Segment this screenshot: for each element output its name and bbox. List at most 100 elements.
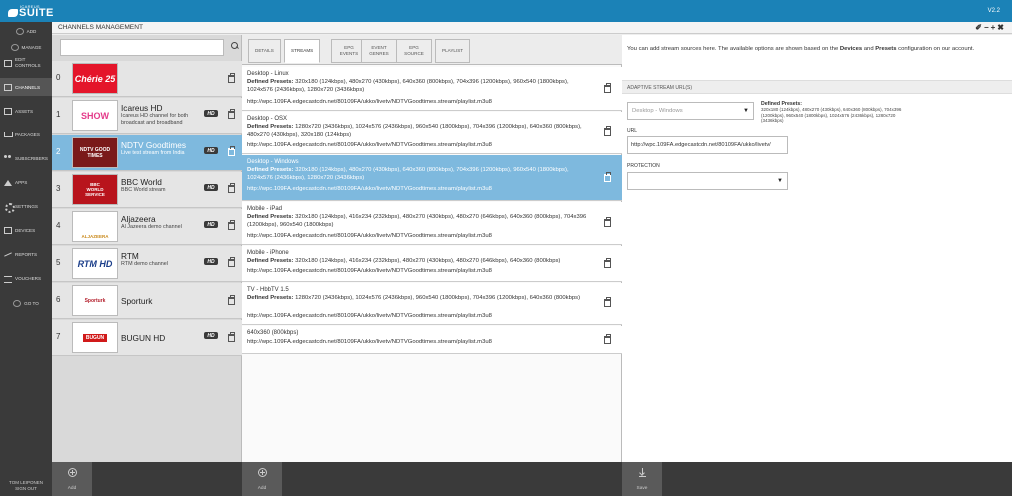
hd-badge: HD xyxy=(204,221,218,228)
tab-event-genres[interactable]: EVENT GENRES xyxy=(361,39,397,63)
channel-name: BBC World xyxy=(121,177,162,187)
plus-icon xyxy=(258,468,267,477)
sidebar-item-settings[interactable]: SETTINGS xyxy=(0,197,52,215)
sidebar-item-reports[interactable]: REPORTS xyxy=(0,245,52,263)
channels-icon xyxy=(4,83,12,91)
delete-icon[interactable] xyxy=(228,146,235,156)
channel-logo-bbc: BBC WORLD SERVICE xyxy=(72,174,118,205)
window-controls[interactable]: ✐−+✖ xyxy=(975,23,1006,32)
stream-row-0[interactable]: Desktop - Linux Defined Presets: 320x180… xyxy=(242,67,622,111)
sidebar-item-subscribers[interactable]: SUBSCRIBERS xyxy=(0,149,52,167)
add-stream-button[interactable]: Add xyxy=(242,462,282,496)
delete-icon[interactable] xyxy=(604,297,611,307)
delete-icon[interactable] xyxy=(604,83,611,93)
channel-row-0[interactable]: 0 Chérie 25 xyxy=(52,61,242,97)
close-icon[interactable]: ✖ xyxy=(997,23,1006,32)
stream-row-5[interactable]: TV - HbbTV 1.5 Defined Presets: 1280x720… xyxy=(242,283,622,325)
stream-url: http://wpc.109FA.edgecastcdn.net/80109FA… xyxy=(247,186,492,192)
delete-icon[interactable] xyxy=(604,217,611,227)
minimize-icon[interactable]: − xyxy=(984,23,991,32)
save-button[interactable]: Save xyxy=(622,462,662,496)
delete-icon[interactable] xyxy=(228,295,235,305)
channel-name: RTM xyxy=(121,251,139,261)
devices-icon xyxy=(4,226,12,234)
tab-playlist[interactable]: PLAYLIST xyxy=(435,39,471,63)
search-input[interactable] xyxy=(60,39,224,56)
delete-icon[interactable] xyxy=(604,126,611,136)
stream-url: http://wpc.109FA.edgecastcdn.net/80109FA… xyxy=(247,313,492,319)
tab-streams[interactable]: STREAMS xyxy=(284,39,321,63)
assets-icon xyxy=(4,107,12,115)
channel-number: 3 xyxy=(56,184,61,193)
stream-name: Desktop - Linux xyxy=(247,71,289,77)
add-channel-button[interactable]: Add xyxy=(52,462,92,496)
delete-icon[interactable] xyxy=(228,183,235,193)
tab-details[interactable]: DETAILS xyxy=(248,39,281,63)
delete-icon[interactable] xyxy=(228,332,235,342)
stream-presets: Defined Presets: 320x180 (124kbps), 480x… xyxy=(247,79,569,93)
stream-url: http://wpc.109FA.edgecastcdn.net/80109FA… xyxy=(247,142,492,148)
sidebar-item-packages[interactable]: PACKAGES xyxy=(0,125,52,143)
stream-detail-panel xyxy=(622,35,1012,462)
sidebar-item-assets[interactable]: ASSETS xyxy=(0,102,52,120)
channel-row-4[interactable]: 4 ALJAZEERA Aljazeera Al Jazeera demo ch… xyxy=(52,209,242,245)
channel-row-3[interactable]: 3 BBC WORLD SERVICE BBC World BBC World … xyxy=(52,172,242,208)
chevron-down-icon: ▼ xyxy=(743,108,749,114)
stream-row-4[interactable]: Mobile - iPhone Defined Presets: 320x180… xyxy=(242,246,622,282)
delete-icon[interactable] xyxy=(228,220,235,230)
channel-row-6[interactable]: 6 Sporturk Sporturk xyxy=(52,283,242,319)
channel-row-2[interactable]: 2 NDTV GOOD TIMES NDTV Goodtimes Live te… xyxy=(52,135,242,171)
sidebar-item-goto[interactable]: GO TO xyxy=(0,294,52,312)
channel-row-5[interactable]: 5 RTM HD RTM RTM demo channel HD xyxy=(52,246,242,282)
plus-icon xyxy=(68,468,77,477)
channel-logo-sporturk: Sporturk xyxy=(72,285,118,316)
channel-description: Live test stream from India xyxy=(121,150,185,156)
pin-icon[interactable]: ✐ xyxy=(975,23,984,32)
device-select[interactable]: Desktop - Windows ▼ xyxy=(627,102,754,120)
channel-name: Aljazeera xyxy=(121,214,156,224)
url-input[interactable]: http://wpc.109FA.edgecastcdn.net/80109FA… xyxy=(627,136,788,154)
delete-icon[interactable] xyxy=(228,73,235,83)
channel-row-1[interactable]: 1 SHOW Icareus HD Icareus HD channel for… xyxy=(52,98,242,134)
delete-icon[interactable] xyxy=(228,257,235,267)
info-text: You can add stream sources here. The ava… xyxy=(627,46,975,52)
delete-icon[interactable] xyxy=(604,172,611,182)
channel-name: Sporturk xyxy=(121,296,153,306)
manage-icon xyxy=(10,43,19,51)
stream-row-3[interactable]: Mobile - iPad Defined Presets: 320x180 (… xyxy=(242,202,622,245)
chevron-down-icon: ▼ xyxy=(777,178,783,184)
tab-epg-source[interactable]: EPG SOURCE xyxy=(396,39,432,63)
channel-row-7[interactable]: 7 BUGUN BUGUN HD HD xyxy=(52,320,242,356)
channel-number: 1 xyxy=(56,110,61,119)
stream-presets: Defined Presets: 320x180 (124kbps), 416x… xyxy=(247,258,561,264)
goto-icon xyxy=(13,299,22,307)
channel-logo-ndtv: NDTV GOOD TIMES xyxy=(72,137,118,168)
sidebar-item-apps[interactable]: APPS xyxy=(0,173,52,191)
sidebar-item-vouchers[interactable]: VOUCHERS xyxy=(0,269,52,287)
user-area[interactable]: TOM LEIPONEN SIGN OUT xyxy=(0,480,52,492)
channel-logo-aljazeera: ALJAZEERA xyxy=(72,211,118,242)
channel-logo-show: SHOW xyxy=(72,100,118,131)
suite-logo[interactable]: ICAREUS SUITE xyxy=(8,4,53,19)
stream-row-1[interactable]: Desktop - OSX Defined Presets: 1280x720 … xyxy=(242,112,622,154)
presets-value: 320x180 (124kbps), 480x270 (430kbps), 64… xyxy=(761,107,902,123)
channel-number: 5 xyxy=(56,258,61,267)
section-header: ADAPTIVE STREAM URL(S) xyxy=(622,80,1012,94)
sidebar-item-channels[interactable]: CHANNELS xyxy=(0,78,52,96)
subscribers-icon xyxy=(4,154,12,162)
stream-row-2[interactable]: Desktop - Windows Defined Presets: 320x1… xyxy=(242,155,622,201)
stream-row-6[interactable]: 640x360 (800kbps) http://wpc.109FA.edgec… xyxy=(242,326,622,354)
search-icon[interactable] xyxy=(231,42,239,50)
channel-number: 0 xyxy=(56,73,61,82)
sidebar-item-edit-controls[interactable]: EDIT CONTROLS xyxy=(0,54,52,72)
hd-badge: HD xyxy=(204,332,218,339)
channels-header: CHANNELS MANAGEMENT ✐−+✖ xyxy=(52,22,1012,34)
hd-badge: HD xyxy=(204,258,218,265)
signout-link[interactable]: SIGN OUT xyxy=(0,486,52,492)
delete-icon[interactable] xyxy=(604,334,611,344)
sidebar-item-devices[interactable]: DEVICES xyxy=(0,221,52,239)
version-label: V2.2 xyxy=(987,8,1000,14)
protection-select[interactable]: ▼ xyxy=(627,172,788,190)
delete-icon[interactable] xyxy=(604,258,611,268)
delete-icon[interactable] xyxy=(228,109,235,119)
